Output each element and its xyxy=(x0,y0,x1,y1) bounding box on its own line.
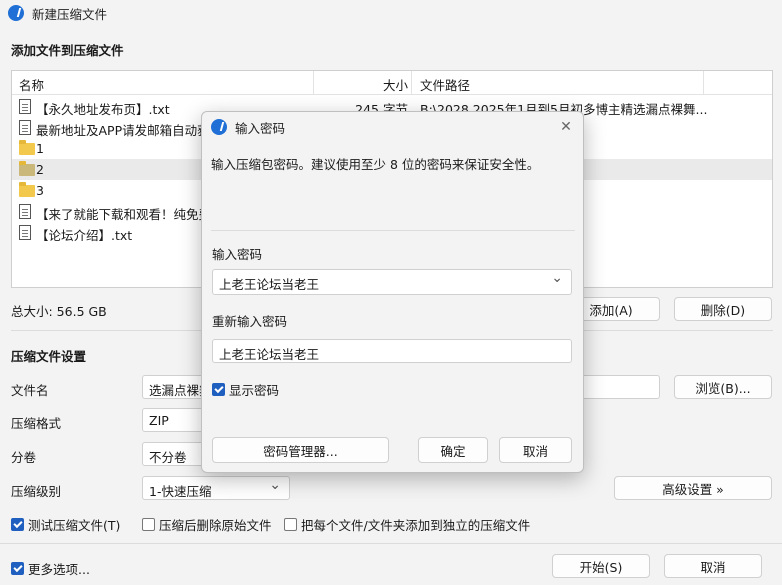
text-file-icon xyxy=(19,225,31,240)
dialog-title-bar: 输入密码 ✕ xyxy=(202,112,583,142)
test-archive-checkbox[interactable]: 测试压缩文件(T) xyxy=(11,515,120,534)
column-separator[interactable] xyxy=(313,71,314,95)
folder-icon xyxy=(19,182,35,197)
column-separator[interactable] xyxy=(703,71,704,95)
split-label: 分卷 xyxy=(11,450,37,465)
title-bar: 新建压缩文件 xyxy=(0,0,782,26)
dialog-description: 输入压缩包密码。建议使用至少 8 位的密码来保证安全性。 xyxy=(211,157,540,172)
confirm-password-label: 重新输入密码 xyxy=(212,314,288,329)
settings-heading: 压缩文件设置 xyxy=(11,349,87,364)
file-list-header: 名称 大小 文件路径 xyxy=(12,71,772,95)
checkbox-unchecked-icon xyxy=(142,518,155,531)
delete-button[interactable]: 删除(D) xyxy=(674,297,772,321)
start-button[interactable]: 开始(S) xyxy=(552,554,650,578)
folder-icon xyxy=(19,161,35,176)
app-logo-icon xyxy=(211,119,227,135)
divider xyxy=(211,230,575,231)
test-archive-label: 测试压缩文件(T) xyxy=(28,518,121,533)
format-label: 压缩格式 xyxy=(11,416,62,431)
checkbox-unchecked-icon xyxy=(284,518,297,531)
delete-after-label: 压缩后删除原始文件 xyxy=(159,518,272,533)
add-files-heading: 添加文件到压缩文件 xyxy=(11,43,124,58)
advanced-settings-button[interactable]: 高级设置 » xyxy=(614,476,772,500)
dialog-title: 输入密码 xyxy=(235,120,286,136)
text-file-icon xyxy=(19,204,31,219)
checkbox-checked-icon xyxy=(11,518,24,531)
window-title: 新建压缩文件 xyxy=(32,6,108,22)
password-dialog: 输入密码 ✕ 输入压缩包密码。建议使用至少 8 位的密码来保证安全性。 输入密码… xyxy=(201,111,584,473)
browse-button[interactable]: 浏览(B)... xyxy=(674,375,772,399)
separate-archives-label: 把每个文件/文件夹添加到独立的压缩文件 xyxy=(301,518,531,533)
checkbox-checked-icon xyxy=(11,562,24,575)
column-path[interactable]: 文件路径 xyxy=(420,75,470,94)
column-size[interactable]: 大小 xyxy=(332,75,408,94)
divider xyxy=(0,543,782,544)
more-options-label: 更多选项... xyxy=(28,562,90,577)
app-logo-icon xyxy=(8,5,24,21)
level-value: 1-快速压缩 xyxy=(149,484,212,499)
show-password-checkbox[interactable]: 显示密码 xyxy=(212,380,279,399)
level-select[interactable]: 1-快速压缩 xyxy=(142,476,290,500)
checkbox-checked-icon xyxy=(212,383,225,396)
show-password-label: 显示密码 xyxy=(229,383,280,398)
column-separator[interactable] xyxy=(411,71,412,95)
separate-archives-checkbox[interactable]: 把每个文件/文件夹添加到独立的压缩文件 xyxy=(284,515,530,534)
password-input[interactable]: 上老王论坛当老王 xyxy=(212,269,572,295)
cancel-button[interactable]: 取消 xyxy=(664,554,762,578)
level-label: 压缩级别 xyxy=(11,484,62,499)
total-size: 总大小: 56.5 GB xyxy=(11,304,107,319)
delete-after-checkbox[interactable]: 压缩后删除原始文件 xyxy=(142,515,272,534)
filename-label: 文件名 xyxy=(11,383,49,398)
password-manager-button[interactable]: 密码管理器... xyxy=(212,437,389,463)
text-file-icon xyxy=(19,120,31,135)
dialog-cancel-button[interactable]: 取消 xyxy=(499,437,572,463)
ok-button[interactable]: 确定 xyxy=(418,437,488,463)
confirm-password-input[interactable]: 上老王论坛当老王 xyxy=(212,339,572,363)
folder-icon xyxy=(19,140,35,155)
password-value: 上老王论坛当老王 xyxy=(219,277,320,292)
more-options-checkbox[interactable]: 更多选项... xyxy=(11,559,90,578)
column-name[interactable]: 名称 xyxy=(19,75,44,94)
password-label: 输入密码 xyxy=(212,247,263,262)
close-icon[interactable]: ✕ xyxy=(557,118,575,136)
text-file-icon xyxy=(19,99,31,114)
